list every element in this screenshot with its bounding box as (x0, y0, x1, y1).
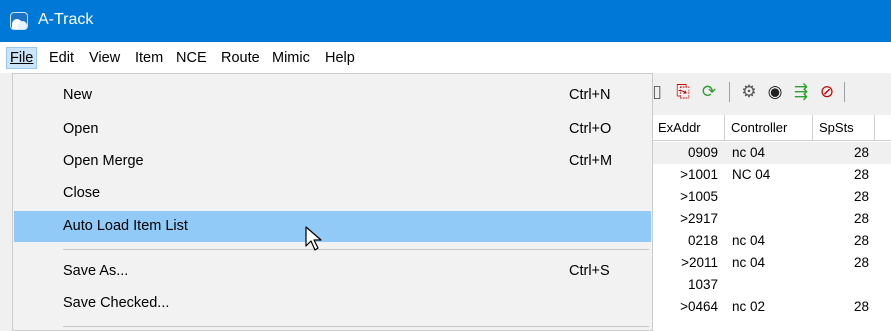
window-title: A-Track (38, 11, 94, 28)
menu-item-save-as-shortcut: Ctrl+S (569, 263, 610, 279)
menu-item-new-label: New (63, 87, 93, 103)
locomotive-grid[interactable]: ExAddr Controller SpSts 0909 nc 04 28 >1001… (652, 115, 891, 331)
menu-item-open-merge-shortcut: Ctrl+M (569, 153, 613, 169)
cell-spsts: 28 (853, 233, 869, 248)
title-bar: A-Track (0, 0, 891, 42)
cell-exaddr: >1001 (680, 167, 718, 182)
cell-spsts: 28 (853, 255, 869, 270)
cell-spsts: 28 (853, 167, 869, 182)
table-row[interactable]: >1005 28 (652, 186, 891, 208)
menu-nce[interactable]: NCE (173, 48, 210, 68)
menu-item-open-label: Open (63, 121, 99, 137)
menu-item-save-as[interactable]: Save As... Ctrl+S (14, 256, 651, 287)
cell-controller: nc 04 (732, 255, 766, 270)
cell-exaddr: >1005 (680, 189, 718, 204)
toolbar: ▯ ⎘ ⟳ ⚙ ◉ ⇶ ⊘ (652, 76, 891, 108)
menu-file-label: File (10, 50, 34, 66)
gauge-icon[interactable]: ◉ (764, 81, 786, 103)
menu-bar: File Edit View Item NCE Route Mimic Help (0, 42, 891, 74)
menu-item-open-shortcut: Ctrl+O (569, 121, 612, 137)
table-row[interactable]: >2011 nc 04 28 (652, 252, 891, 274)
menu-item-new[interactable]: New Ctrl+N (14, 80, 651, 111)
menu-item-close-label: Close (63, 185, 101, 201)
column-header-controller[interactable]: Controller (725, 115, 813, 140)
table-row[interactable]: 0218 nc 04 28 (652, 230, 891, 252)
toolbar-separator (729, 82, 730, 102)
refresh-icon[interactable]: ⟳ (698, 81, 720, 103)
cell-spsts (813, 274, 869, 296)
menu-item-auto-load-label: Auto Load Item List (63, 218, 188, 234)
cell-exaddr: >2011 (681, 255, 718, 270)
column-header-exaddr[interactable]: ExAddr (652, 115, 725, 140)
menu-view[interactable]: View (86, 48, 123, 68)
table-row[interactable]: 0909 nc 04 28 (652, 142, 891, 164)
menu-item-close[interactable]: Close (14, 178, 651, 209)
table-row[interactable]: >1001 NC 04 28 (652, 164, 891, 186)
grid-header: ExAddr Controller SpSts (652, 115, 891, 141)
cell-controller: NC 04 (732, 167, 771, 182)
stop-icon[interactable]: ⊘ (816, 81, 838, 103)
menu-item-save-checked[interactable]: Save Checked... (14, 288, 651, 319)
cell-spsts: 28 (853, 299, 869, 314)
menu-item-save-checked-label: Save Checked... (63, 295, 170, 311)
mouse-pointer-icon (305, 226, 322, 251)
menu-mimic[interactable]: Mimic (269, 48, 313, 68)
menu-route[interactable]: Route (218, 48, 263, 68)
cell-controller: nc 04 (732, 145, 766, 160)
cell-controller: nc 04 (732, 233, 766, 248)
menu-item-open-merge-label: Open Merge (63, 153, 144, 169)
menu-item-save-as-label: Save As... (63, 263, 129, 279)
toolbar-separator (844, 82, 845, 102)
settings-icon[interactable]: ⚙ (738, 81, 760, 103)
menu-edit[interactable]: Edit (46, 48, 77, 68)
cell-exaddr: 0218 (687, 233, 718, 248)
column-header-spsts[interactable]: SpSts (813, 115, 875, 140)
table-row[interactable]: >2917 28 (652, 208, 891, 230)
cell-exaddr: 0909 (687, 145, 718, 160)
menu-separator (63, 326, 649, 327)
cell-exaddr: >2917 (680, 211, 718, 226)
cell-spsts: 28 (853, 211, 869, 226)
menu-item-auto-load-item-list[interactable]: Auto Load Item List (14, 211, 651, 242)
cell-spsts: 28 (853, 189, 869, 204)
app-logo-icon[interactable] (10, 12, 28, 30)
cell-controller: nc 02 (732, 299, 766, 314)
route-icon[interactable]: ⇶ (790, 81, 812, 103)
cell-exaddr: >0464 (680, 299, 718, 314)
cell-exaddr: 1037 (687, 277, 718, 292)
exit-door-icon[interactable]: ⎘ (672, 81, 694, 103)
table-row[interactable]: >0464 nc 02 28 (652, 296, 891, 318)
menu-separator (63, 249, 649, 250)
menu-item-open-merge[interactable]: Open Merge Ctrl+M (14, 146, 651, 177)
table-row[interactable]: 1037 (652, 274, 891, 296)
file-menu-dropdown: New Ctrl+N Open Ctrl+O Open Merge Ctrl+M… (12, 73, 653, 331)
menu-file[interactable]: File (6, 47, 38, 69)
menu-item[interactable]: Item (132, 48, 166, 68)
menu-item-new-shortcut: Ctrl+N (569, 87, 611, 103)
cell-spsts: 28 (853, 145, 869, 160)
menu-item-open[interactable]: Open Ctrl+O (14, 114, 651, 145)
menu-help[interactable]: Help (322, 48, 358, 68)
